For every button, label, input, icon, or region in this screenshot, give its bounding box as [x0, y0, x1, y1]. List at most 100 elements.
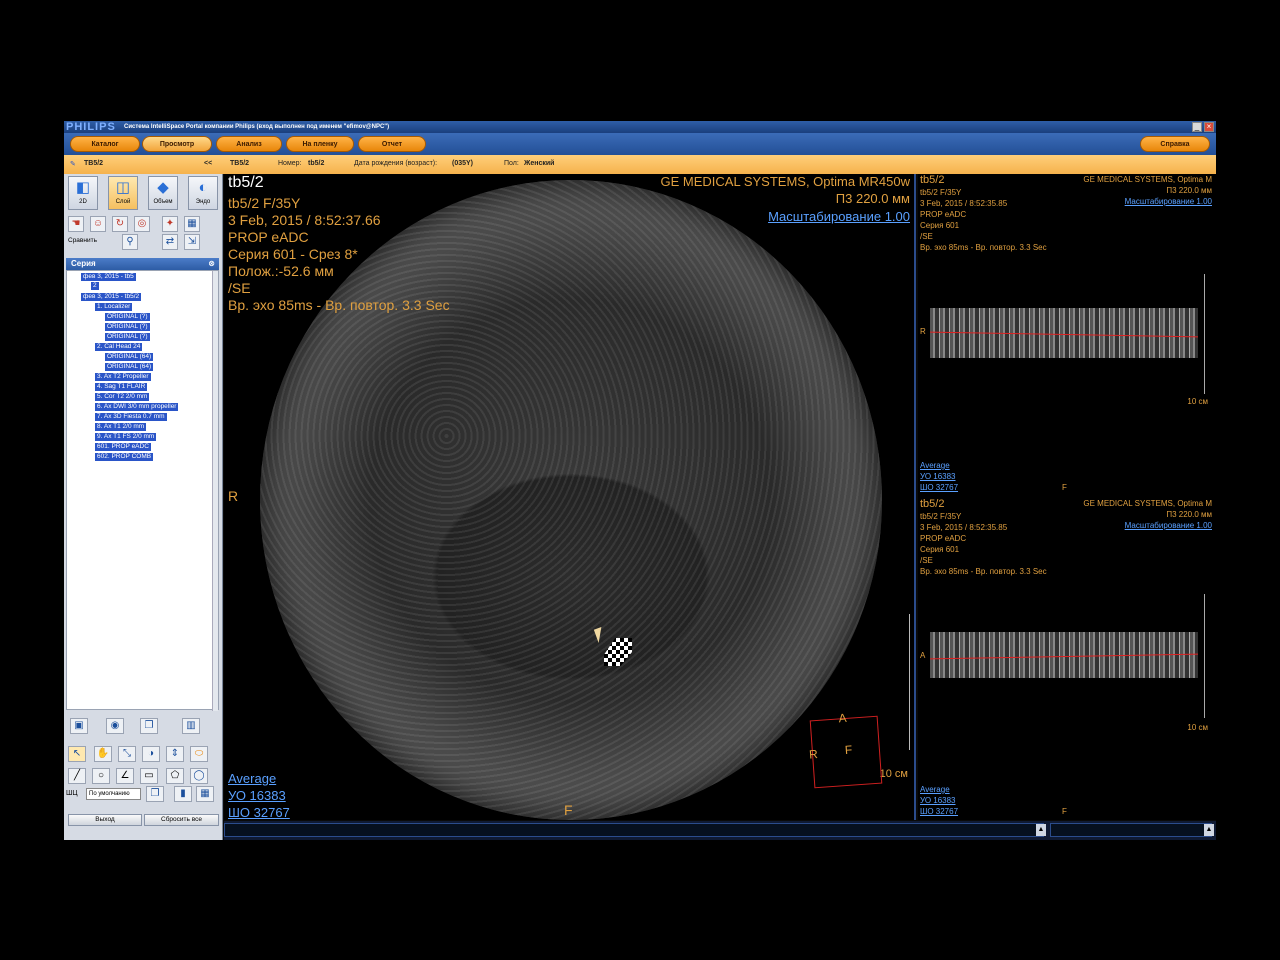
tree-image[interactable]: ORIGINAL (?): [105, 323, 150, 331]
main-nav: Каталог Просмотр Анализ На пленку Отчет …: [64, 133, 1216, 155]
patient-info-bar: ✎ TB5/2 << TB5/2 Номер: tb5/2 Дата рожде…: [64, 155, 1216, 174]
tree-series[interactable]: 5. Cor T2 2/0 mm: [95, 393, 150, 401]
close-series-icon[interactable]: ⊗: [208, 258, 215, 270]
rotate-icon[interactable]: ↻: [112, 216, 128, 232]
tree-series[interactable]: 6. Ax DWI 3/0 mm propeller: [95, 403, 179, 411]
viewer-ww[interactable]: ШО 32767: [228, 804, 290, 820]
status-bar: ▲ ▲: [224, 821, 1216, 840]
tool-2d[interactable]: ◧ 2D: [68, 176, 98, 210]
ellipse-icon[interactable]: ◯: [190, 768, 208, 784]
export-icon[interactable]: ⇲: [184, 234, 200, 250]
grid-icon[interactable]: ▦: [196, 786, 214, 802]
patient-name: TB5/2: [230, 160, 250, 167]
filter-icon[interactable]: ▮: [174, 786, 192, 802]
volume-icon: ◆: [157, 179, 169, 196]
nav-catalog[interactable]: Каталог: [70, 136, 140, 152]
save-icon[interactable]: ▣: [70, 718, 88, 734]
tree-image[interactable]: ORIGINAL (64): [105, 363, 154, 371]
scroll-icon[interactable]: ⇕: [166, 746, 184, 762]
exit-button[interactable]: Выход: [68, 814, 142, 826]
left-orientation-marker: R: [228, 488, 239, 504]
tree-series[interactable]: 602. PROP COMB: [95, 453, 154, 461]
number-label: Номер:: [278, 160, 302, 167]
mri-axial-image[interactable]: [260, 180, 882, 820]
circle-icon[interactable]: ○: [92, 768, 110, 784]
viewer-wl[interactable]: УО 16383: [228, 787, 286, 804]
hand-icon[interactable]: ☚: [68, 216, 84, 232]
nav-film[interactable]: На пленку: [286, 136, 354, 152]
pan-icon[interactable]: ✋: [94, 746, 112, 762]
nav-analysis[interactable]: Анализ: [216, 136, 282, 152]
tree-item[interactable]: 2: [91, 282, 99, 290]
camera-icon[interactable]: ◉: [106, 718, 124, 734]
zoom-icon[interactable]: ⤡: [118, 746, 136, 762]
status-expand-arrow[interactable]: ▲: [1036, 824, 1046, 836]
preset-icon[interactable]: ❐: [146, 786, 164, 802]
tree-series[interactable]: 3. Ax T2 Propeller: [95, 373, 151, 381]
tree-image[interactable]: ORIGINAL (?): [105, 333, 150, 341]
series-tree: фев 3, 2015 - tb5 2 фев 3, 2015 - tb5/2 …: [66, 270, 219, 711]
minimize-button[interactable]: _: [1192, 122, 1202, 132]
ww-label: ШЦ: [66, 790, 78, 797]
tree-study-2[interactable]: фев 3, 2015 - tb5/2: [81, 293, 142, 301]
tree-series[interactable]: 1. Localizer: [95, 303, 133, 311]
reset-all-button[interactable]: Сбросить все: [144, 814, 219, 826]
pointer-icon[interactable]: ↖: [68, 746, 86, 762]
window-level-icon[interactable]: ◑: [142, 746, 160, 762]
orientation-cube[interactable]: A R F: [809, 711, 883, 789]
roi-icon[interactable]: ⬭: [190, 746, 208, 762]
series-header: Серия ⊗: [66, 258, 219, 270]
viewer-zoom[interactable]: Масштабирование 1.00: [768, 208, 910, 225]
window-title: Система IntelliSpace Portal компании Phi…: [124, 124, 390, 130]
text-icon[interactable]: ▭: [140, 768, 158, 784]
reformat-view-bottom[interactable]: tb5/2 tb5/2 F/35Y 3 Feb, 2015 / 8:52:35.…: [918, 498, 1216, 820]
close-button[interactable]: ×: [1204, 122, 1214, 132]
globe-icon[interactable]: ◎: [134, 216, 150, 232]
line-icon[interactable]: ╱: [68, 768, 86, 784]
tree-series[interactable]: 8. Ax T1 2/0 mm: [95, 423, 147, 431]
tree-series[interactable]: 7. Ax 3D Fiesta 0.7 mm: [95, 413, 167, 421]
link-icon[interactable]: ⚲: [122, 234, 138, 250]
tree-image[interactable]: ORIGINAL (?): [105, 313, 150, 321]
viewer-sequence: PROP eADC: [228, 229, 309, 245]
tool-endo[interactable]: ◐ Эндо: [188, 176, 218, 210]
person-icon[interactable]: ☺: [90, 216, 106, 232]
slab-icon: ◫: [115, 179, 131, 196]
sync-icon[interactable]: ⇄: [162, 234, 178, 250]
dob-label: Дата рождения (возраст):: [354, 160, 438, 167]
compare-button[interactable]: Сравнить: [68, 237, 97, 244]
tree-study-1[interactable]: фев 3, 2015 - tb5: [81, 273, 136, 281]
layout-icon[interactable]: ▦: [184, 216, 200, 232]
viewer-average[interactable]: Average: [228, 770, 276, 787]
nav-report[interactable]: Отчет: [358, 136, 426, 152]
angle-icon[interactable]: ∠: [116, 768, 134, 784]
series-scrollbar[interactable]: [212, 271, 218, 711]
tool-slab[interactable]: ◫ Слой: [108, 176, 138, 210]
reformat-view-top[interactable]: tb5/2 tb5/2 F/35Y 3 Feb, 2015 / 8:52:35.…: [918, 174, 1216, 496]
status-expand-arrow-2[interactable]: ▲: [1204, 824, 1214, 836]
nav-view[interactable]: Просмотр: [142, 136, 212, 152]
star-icon[interactable]: ✦: [162, 216, 178, 232]
tree-series[interactable]: 2. Cal Head 24: [95, 343, 143, 351]
main-viewport[interactable]: tb5/2 tb5/2 F/35Y 3 Feb, 2015 / 8:52:37.…: [224, 174, 916, 820]
app-window: PHILIPS Система IntelliSpace Portal комп…: [64, 121, 1216, 840]
polygon-icon[interactable]: ⬠: [166, 768, 184, 784]
tree-series[interactable]: 4. Sag T1 FLAIR: [95, 383, 148, 391]
viewer-se: /SE: [228, 280, 251, 296]
status-field-secondary: [1050, 823, 1212, 837]
patient-tab[interactable]: TB5/2: [84, 160, 103, 167]
tool-volume[interactable]: ◆ Объем: [148, 176, 178, 210]
tree-image[interactable]: ORIGINAL (64): [105, 353, 154, 361]
ww-preset-select[interactable]: По умолчанию: [86, 788, 141, 800]
book-icon[interactable]: ▥: [182, 718, 200, 734]
copy-icon[interactable]: ❐: [140, 718, 158, 734]
collapse-button[interactable]: <<: [204, 160, 212, 167]
tree-series[interactable]: 9. Ax T1 FS 2/0 mm: [95, 433, 157, 441]
tree-series[interactable]: 601. PROP eADC: [95, 443, 151, 451]
dob-value: (035Y): [452, 160, 474, 167]
pin-icon[interactable]: ✎: [70, 160, 76, 168]
bottom-toolbar: ▣ ◉ ❐ ▥ ↖ ✋ ⤡ ◑ ⇕ ⬭ ╱ ○ ∠ ▭ ⬠ ◯ ШЦ По ум…: [66, 714, 219, 834]
help-button[interactable]: Справка: [1140, 136, 1210, 152]
scale-bar: [1204, 274, 1205, 394]
viewer-datetime: 3 Feb, 2015 / 8:52:37.66: [228, 212, 381, 228]
